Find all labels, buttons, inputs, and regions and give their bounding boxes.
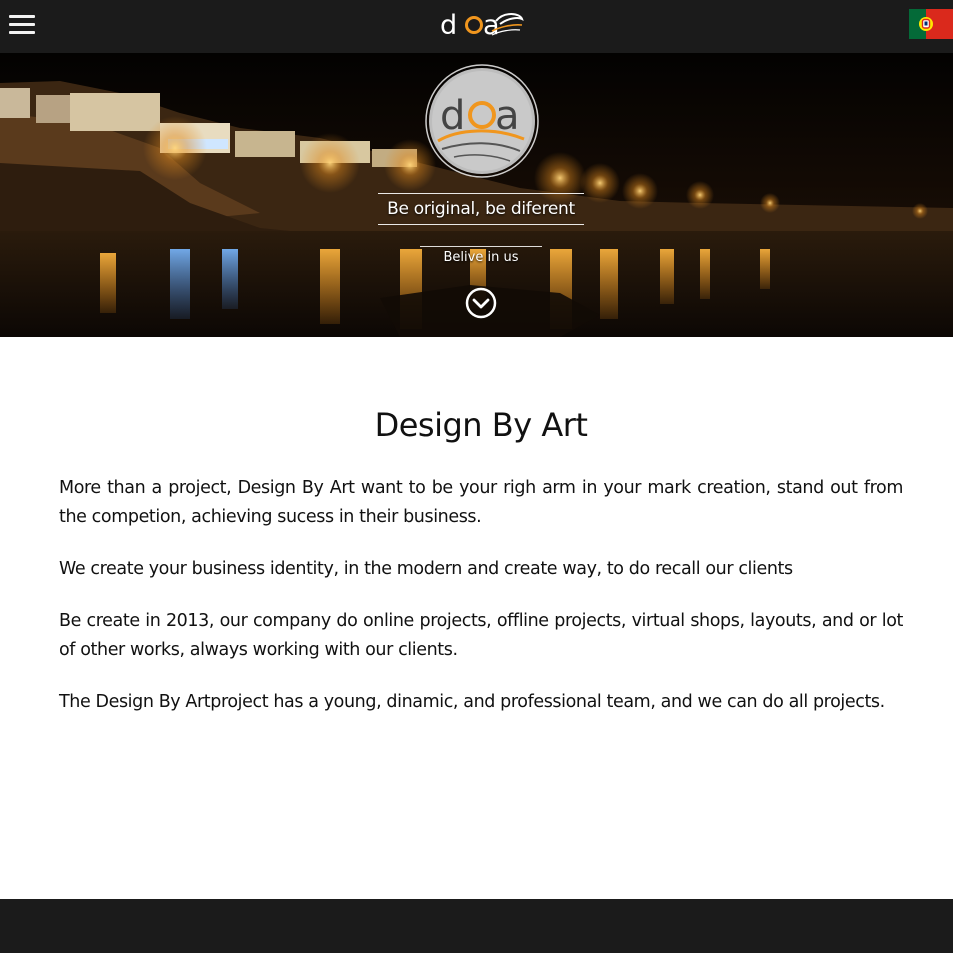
dba-emblem-logo: d a — [425, 64, 539, 178]
chevron-down-circle-icon[interactable] — [465, 287, 497, 319]
hero-banner: d a Be original, be diferent Belive in u… — [0, 53, 953, 337]
hero-divider — [420, 246, 542, 247]
about-section: Design By Art More than a project, Desig… — [59, 337, 903, 717]
about-paragraph-3: Be create in 2013, our company do online… — [59, 611, 903, 660]
portugal-flag-icon[interactable] — [909, 9, 953, 39]
about-title: Design By Art — [374, 406, 588, 444]
about-paragraph-4: The Design By Artproject has a young, di… — [59, 692, 885, 712]
footer-bar — [0, 899, 953, 953]
about-paragraph-2: We create your business identity, in the… — [59, 559, 793, 579]
about-paragraph-1: More than a project, Design By Art want … — [59, 478, 903, 527]
hero-subtitle: Belive in us — [443, 250, 519, 265]
dba-logo[interactable]: d a — [438, 9, 526, 41]
hero-tagline: Be original, be diferent — [378, 193, 584, 225]
svg-text:d: d — [440, 10, 455, 41]
hamburger-menu-icon[interactable] — [9, 14, 35, 36]
top-navigation-bar: d a — [0, 0, 953, 53]
svg-text:a: a — [483, 10, 500, 41]
